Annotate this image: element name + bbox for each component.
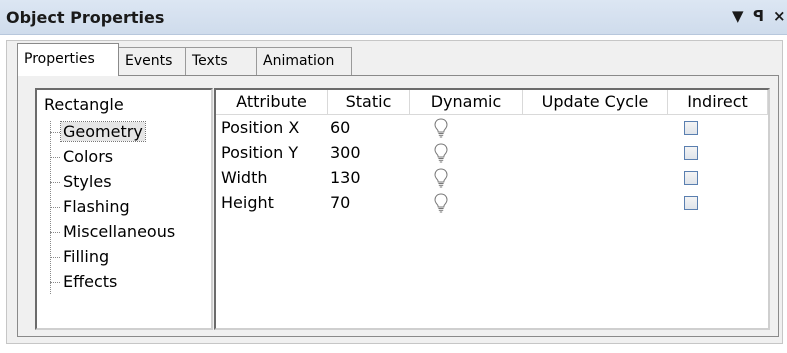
tree-item-label: Geometry xyxy=(60,121,146,142)
close-icon[interactable]: × xyxy=(773,7,786,25)
tree-item-filling[interactable]: Filling xyxy=(50,246,111,268)
tab-animation[interactable]: Animation xyxy=(256,47,352,75)
tab-texts[interactable]: Texts xyxy=(185,47,257,75)
tree-item-colors[interactable]: Colors xyxy=(50,146,115,168)
properties-panel: Properties Events Texts Animation Rectan… xyxy=(6,40,783,344)
lightbulb-icon[interactable] xyxy=(434,118,448,138)
static-value-cell[interactable]: 60 xyxy=(330,117,350,139)
tree-item-label: Miscellaneous xyxy=(63,222,176,241)
object-properties-window: Object Properties ▼ ꟼ × Properties Event… xyxy=(0,0,787,353)
tree-connector xyxy=(50,282,60,283)
tree-connector xyxy=(50,132,60,133)
pin-icon[interactable]: ꟼ xyxy=(753,7,764,25)
lightbulb-icon[interactable] xyxy=(434,193,448,213)
tree-connector xyxy=(50,232,60,233)
title-bar: Object Properties ▼ ꟼ × xyxy=(0,0,787,35)
tree-connector xyxy=(50,157,60,158)
attribute-cell: Position Y xyxy=(221,143,299,162)
tree-root-rectangle[interactable]: Rectangle xyxy=(44,95,124,114)
column-header-dynamic[interactable]: Dynamic xyxy=(410,90,523,115)
tree-item-label: Flashing xyxy=(63,197,130,216)
tree-item-effects[interactable]: Effects xyxy=(50,271,119,293)
tab-events[interactable]: Events xyxy=(118,47,186,75)
indirect-checkbox[interactable] xyxy=(684,146,698,160)
indirect-checkbox[interactable] xyxy=(684,121,698,135)
window-title: Object Properties xyxy=(6,8,165,27)
tab-properties[interactable]: Properties xyxy=(17,43,119,76)
tree-item-label: Colors xyxy=(63,147,114,166)
tree-item-miscellaneous[interactable]: Miscellaneous xyxy=(50,221,177,243)
dropdown-arrow-icon[interactable]: ▼ xyxy=(732,7,744,25)
tree-connector xyxy=(50,182,60,183)
indirect-checkbox[interactable] xyxy=(684,196,698,210)
tree-item-label: Filling xyxy=(63,247,110,266)
tree-connector xyxy=(50,257,60,258)
tree-item-label: Effects xyxy=(63,272,118,291)
lightbulb-icon[interactable] xyxy=(434,143,448,163)
indirect-checkbox[interactable] xyxy=(684,171,698,185)
column-header-update-cycle[interactable]: Update Cycle xyxy=(523,90,668,115)
tree-item-flashing[interactable]: Flashing xyxy=(50,196,132,218)
column-header-attribute[interactable]: Attribute xyxy=(216,90,328,115)
static-value-cell[interactable]: 130 xyxy=(330,167,361,189)
tree-item-label: Styles xyxy=(63,172,112,191)
properties-tab-page: Rectangle Geometry Colors Styles Flashin… xyxy=(17,75,779,337)
tree-connector xyxy=(50,207,60,208)
static-value-cell[interactable]: 70 xyxy=(330,192,350,214)
column-header-static[interactable]: Static xyxy=(328,90,410,115)
attribute-cell: Width xyxy=(221,168,268,187)
static-value-cell[interactable]: 300 xyxy=(330,142,361,164)
attribute-cell: Position X xyxy=(221,118,300,137)
attribute-table: Attribute Static Dynamic Update Cycle In… xyxy=(214,88,770,330)
property-category-tree: Rectangle Geometry Colors Styles Flashin… xyxy=(35,88,213,330)
tree-item-styles[interactable]: Styles xyxy=(50,171,114,193)
tree-item-geometry[interactable]: Geometry xyxy=(50,121,146,143)
attribute-cell: Height xyxy=(221,193,274,212)
lightbulb-icon[interactable] xyxy=(434,168,448,188)
column-header-indirect[interactable]: Indirect xyxy=(668,90,768,115)
